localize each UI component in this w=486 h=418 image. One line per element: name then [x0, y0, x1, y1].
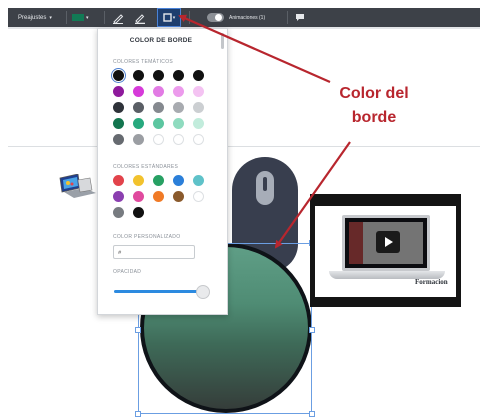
- opacity-slider-track[interactable]: [114, 290, 202, 293]
- color-swatch[interactable]: [113, 175, 124, 186]
- annotation-line-1: Color del: [339, 85, 409, 102]
- play-icon[interactable]: [376, 231, 400, 253]
- color-swatch[interactable]: [133, 102, 144, 113]
- color-swatch[interactable]: [113, 86, 124, 97]
- color-swatch[interactable]: [113, 102, 124, 113]
- color-swatch[interactable]: [113, 134, 124, 145]
- animations-label: Animaciones (1): [229, 14, 266, 21]
- line-width-button[interactable]: [134, 8, 146, 27]
- toolbar-divider: [189, 11, 190, 24]
- color-swatch[interactable]: [113, 118, 124, 129]
- color-swatch[interactable]: [133, 134, 144, 145]
- color-swatch[interactable]: [173, 70, 184, 81]
- color-swatch[interactable]: [173, 102, 184, 113]
- color-swatch[interactable]: [153, 134, 164, 145]
- opacity-slider-knob[interactable]: [196, 285, 210, 299]
- resize-handle-sw[interactable]: [135, 411, 141, 417]
- annotation-line-2: borde: [351, 109, 397, 126]
- laptop-screen: [342, 215, 430, 271]
- color-swatch[interactable]: [153, 175, 164, 186]
- video-brand-text: Formacion: [415, 278, 448, 286]
- toggle-track: [207, 13, 224, 22]
- animations-toggle[interactable]: [207, 8, 224, 27]
- color-swatch[interactable]: [133, 118, 144, 129]
- toolbar-divider: [287, 11, 288, 24]
- presets-label: Preajustes: [18, 14, 47, 21]
- resize-handle-se[interactable]: [309, 411, 315, 417]
- color-swatch[interactable]: [193, 118, 204, 129]
- color-swatch[interactable]: [193, 134, 204, 145]
- color-swatch[interactable]: [193, 102, 204, 113]
- presets-dropdown[interactable]: Preajustes ▾: [18, 8, 52, 27]
- color-swatch[interactable]: [133, 70, 144, 81]
- color-swatch[interactable]: [193, 70, 204, 81]
- chevron-down-icon: ▾: [49, 14, 52, 21]
- color-swatch[interactable]: [193, 191, 204, 202]
- popover-title: COLOR DE BORDE: [129, 37, 193, 44]
- fill-color-swatch: [72, 14, 84, 21]
- popover-scrollbar[interactable]: [220, 33, 225, 312]
- color-swatch[interactable]: [173, 191, 184, 202]
- color-swatch[interactable]: [173, 175, 184, 186]
- toolbar-divider: [104, 11, 105, 24]
- custom-color-input[interactable]: #: [113, 245, 195, 259]
- computer-clipart[interactable]: [56, 173, 98, 198]
- border-color-popover: COLOR DE BORDE COLORES TEMÁTICOS COLORES…: [97, 28, 228, 315]
- border-color-button[interactable]: ▾: [157, 8, 181, 27]
- mouse-button: [256, 171, 274, 205]
- color-swatch[interactable]: [153, 191, 164, 202]
- chevron-down-icon: ▾: [172, 14, 176, 21]
- scrollbar-thumb[interactable]: [221, 33, 224, 49]
- color-swatch[interactable]: [153, 70, 164, 81]
- theme-colors-label: COLORES TEMÁTICOS: [113, 59, 174, 65]
- comment-icon: [296, 14, 304, 21]
- color-swatch[interactable]: [133, 175, 144, 186]
- color-swatch[interactable]: [153, 118, 164, 129]
- color-swatch[interactable]: [173, 134, 184, 145]
- pen-width-icon: [135, 13, 145, 24]
- opacity-label: OPACIDAD: [113, 269, 142, 275]
- color-swatch[interactable]: [193, 86, 204, 97]
- resize-handle-e[interactable]: [309, 327, 315, 333]
- slide-boundary: [8, 146, 480, 147]
- color-swatch[interactable]: [173, 118, 184, 129]
- fill-color-button[interactable]: ▾: [72, 8, 89, 27]
- border-square-icon: [163, 13, 172, 22]
- resize-handle-w[interactable]: [135, 327, 141, 333]
- annotation-label: Color del borde: [322, 82, 426, 130]
- line-style-button[interactable]: [112, 8, 124, 27]
- pen-icon: [113, 13, 124, 24]
- comment-button[interactable]: [295, 8, 305, 27]
- color-swatch[interactable]: [133, 207, 144, 218]
- chevron-down-icon: ▾: [86, 14, 89, 21]
- video-thumbnail[interactable]: Formacion: [310, 194, 461, 307]
- laptop-display: [349, 222, 423, 264]
- toolbar-divider: [66, 11, 67, 24]
- mouse-wheel: [263, 177, 267, 191]
- color-swatch[interactable]: [173, 86, 184, 97]
- color-swatch[interactable]: [133, 191, 144, 202]
- color-swatch[interactable]: [193, 175, 204, 186]
- standard-colors-label: COLORES ESTÁNDARES: [113, 164, 179, 170]
- canvas-top-bar: [8, 27, 480, 29]
- color-swatch[interactable]: [153, 102, 164, 113]
- editor-toolbar: Preajustes ▾ ▾ ▾ Animaciones (1): [8, 8, 480, 27]
- toggle-knob: [215, 14, 222, 21]
- color-swatch[interactable]: [113, 207, 124, 218]
- color-swatch[interactable]: [113, 70, 124, 81]
- custom-color-label: COLOR PERSONALIZADO: [113, 234, 181, 240]
- color-swatch[interactable]: [153, 86, 164, 97]
- color-swatch[interactable]: [133, 86, 144, 97]
- computer-image: [59, 173, 96, 198]
- color-swatch[interactable]: [113, 191, 124, 202]
